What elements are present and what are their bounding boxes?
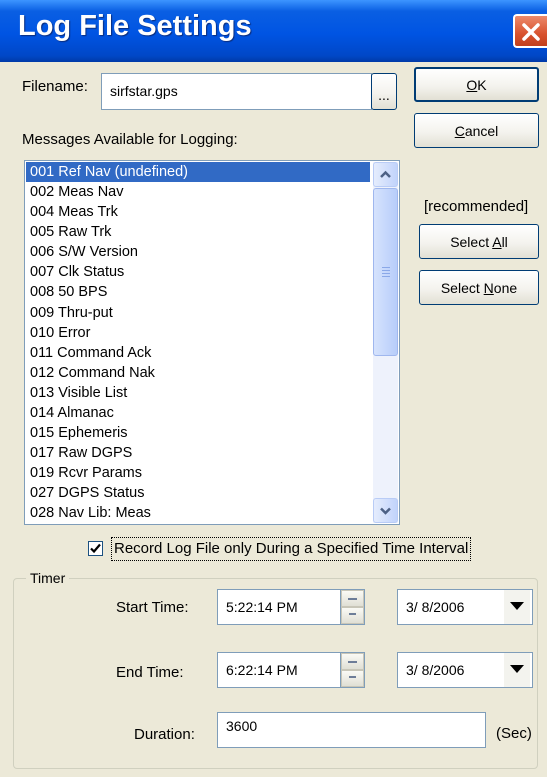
messages-list: 001 Ref Nav (undefined) 002 Meas Nav 004 M…	[26, 162, 370, 523]
dropdown-arrow-icon	[510, 665, 524, 673]
checkmark-icon	[90, 543, 101, 554]
list-item[interactable]: 013 Visible List	[26, 383, 370, 403]
spin-up-icon	[348, 598, 357, 600]
spin-up-icon	[348, 661, 357, 663]
scroll-up-button[interactable]	[373, 162, 398, 187]
chevron-down-icon	[380, 507, 391, 515]
end-time-spinner[interactable]	[341, 652, 365, 688]
list-item[interactable]: 009 Thru-put	[26, 303, 370, 323]
record-interval-label[interactable]: Record Log File only During a Specified …	[111, 537, 472, 561]
filename-value: sirfstar.gps	[110, 83, 178, 99]
timer-group-caption: Timer	[26, 570, 70, 586]
chevron-up-icon	[380, 170, 391, 178]
list-item[interactable]: 011 Command Ack	[26, 343, 370, 363]
cancel-label: Cancel	[454, 122, 499, 139]
end-date-dropdown[interactable]	[504, 653, 530, 687]
scroll-down-button[interactable]	[373, 498, 398, 523]
select-all-button[interactable]: Select All	[419, 224, 539, 259]
list-item[interactable]: 027 DGPS Status	[26, 483, 370, 503]
list-item[interactable]: 012 Command Nak	[26, 363, 370, 383]
browse-label: ...	[378, 87, 390, 103]
close-button[interactable]	[513, 14, 547, 48]
messages-label: Messages Available for Logging:	[22, 131, 238, 148]
end-date-picker[interactable]: 3/ 8/2006	[397, 652, 533, 688]
duration-value: 3600	[226, 718, 258, 734]
window-title: Log File Settings	[18, 10, 252, 42]
log-file-settings-dialog: Log File Settings Filename: sirfstar.gps…	[0, 0, 547, 777]
listbox-scrollbar[interactable]	[373, 162, 398, 523]
dropdown-arrow-icon	[510, 602, 524, 610]
start-date-dropdown[interactable]	[504, 590, 530, 624]
list-item[interactable]: 004 Meas Trk	[26, 202, 370, 222]
list-item[interactable]: 001 Ref Nav (undefined)	[26, 162, 370, 183]
filename-label: Filename:	[22, 78, 88, 95]
list-item[interactable]: 028 Nav Lib: Meas	[26, 503, 370, 523]
list-item[interactable]: 019 Rcvr Params	[26, 463, 370, 483]
end-time-label: End Time:	[116, 664, 184, 681]
browse-button[interactable]: ...	[371, 73, 397, 110]
select-none-button[interactable]: Select None	[419, 270, 539, 305]
start-time-input[interactable]: 5:22:14 PM	[217, 589, 341, 625]
ok-button[interactable]: OK	[414, 67, 539, 102]
list-item[interactable]: 008 50 BPS	[26, 282, 370, 302]
start-time-down[interactable]	[341, 607, 364, 624]
start-time-value: 5:22:14 PM	[226, 599, 298, 615]
select-all-label: Select All	[450, 233, 508, 250]
duration-input[interactable]: 3600	[217, 712, 486, 748]
ok-label: OK	[466, 76, 487, 93]
select-none-label: Select None	[440, 279, 518, 296]
end-date-value: 3/ 8/2006	[406, 662, 465, 678]
record-interval-checkbox[interactable]	[88, 541, 103, 556]
list-item[interactable]: 010 Error	[26, 323, 370, 343]
recommended-label: [recommended]	[424, 198, 529, 215]
duration-unit: (Sec)	[496, 725, 532, 742]
end-time-value: 6:22:14 PM	[226, 662, 298, 678]
spin-down-icon	[349, 676, 356, 678]
list-item[interactable]: 015 Ephemeris	[26, 423, 370, 443]
start-time-up[interactable]	[341, 590, 364, 607]
end-time-up[interactable]	[341, 653, 364, 670]
messages-listbox[interactable]: 001 Ref Nav (undefined) 002 Meas Nav 004 M…	[24, 160, 400, 525]
end-time-down[interactable]	[341, 670, 364, 687]
close-icon	[522, 23, 540, 41]
duration-label: Duration:	[134, 726, 195, 743]
list-item[interactable]: 007 Clk Status	[26, 262, 370, 282]
start-date-value: 3/ 8/2006	[406, 599, 465, 615]
scroll-thumb[interactable]	[373, 188, 398, 356]
title-bar[interactable]: Log File Settings	[0, 0, 547, 62]
list-item[interactable]: 006 S/W Version	[26, 242, 370, 262]
end-time-input[interactable]: 6:22:14 PM	[217, 652, 341, 688]
start-time-spinner[interactable]	[341, 589, 365, 625]
list-item[interactable]: 002 Meas Nav	[26, 182, 370, 202]
spin-down-icon	[349, 613, 356, 615]
cancel-button[interactable]: Cancel	[414, 113, 539, 148]
start-date-picker[interactable]: 3/ 8/2006	[397, 589, 533, 625]
list-item[interactable]: 014 Almanac	[26, 403, 370, 423]
list-item[interactable]: 017 Raw DGPS	[26, 443, 370, 463]
start-time-label: Start Time:	[116, 599, 189, 616]
list-item[interactable]: 005 Raw Trk	[26, 222, 370, 242]
filename-input[interactable]: sirfstar.gps	[101, 73, 372, 110]
